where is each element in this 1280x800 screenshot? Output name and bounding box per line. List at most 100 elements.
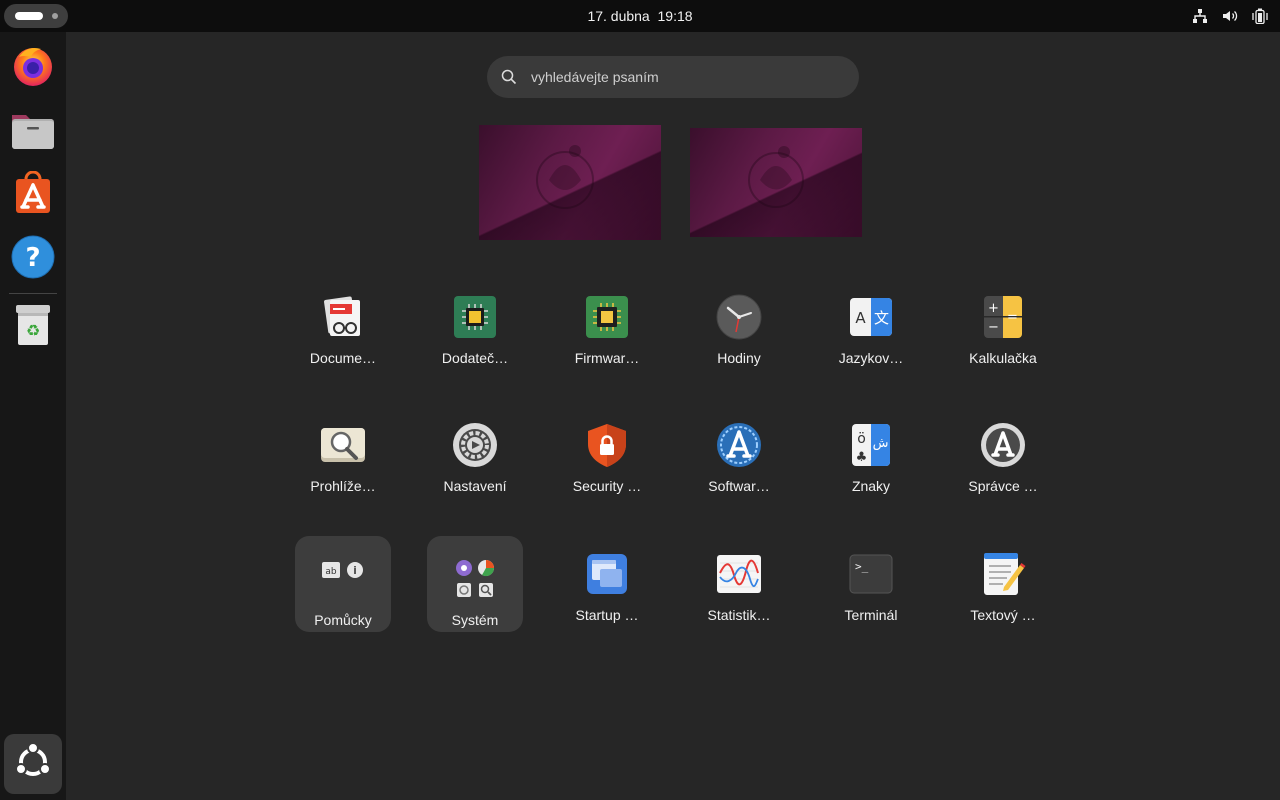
app-label: Textový … bbox=[970, 607, 1036, 623]
app-power-statistics[interactable]: Statistik… bbox=[691, 531, 787, 627]
statistics-icon bbox=[716, 551, 762, 597]
wallpaper-mascot-icon bbox=[748, 146, 804, 208]
dock-firefox[interactable] bbox=[8, 42, 58, 92]
svg-text:>_: >_ bbox=[855, 560, 869, 573]
volume-icon[interactable] bbox=[1220, 6, 1240, 26]
app-text-editor[interactable]: Textový … bbox=[955, 531, 1051, 627]
clock-time[interactable]: 19:18 bbox=[658, 8, 693, 24]
app-label: Security … bbox=[572, 478, 642, 494]
app-terminal[interactable]: >_ Terminál bbox=[823, 531, 919, 627]
dock-help[interactable]: ? bbox=[8, 234, 58, 284]
app-label: Systém bbox=[451, 612, 499, 628]
firefox-icon bbox=[11, 43, 55, 92]
software-updater-icon bbox=[716, 422, 762, 468]
show-apps-button[interactable] bbox=[4, 734, 62, 794]
settings-icon bbox=[452, 422, 498, 468]
dock-app-center[interactable] bbox=[8, 170, 58, 220]
app-label: Docume… bbox=[309, 350, 377, 366]
app-image-viewer[interactable]: Prohlíže… bbox=[295, 402, 391, 498]
svg-text:−: − bbox=[988, 320, 999, 335]
app-security-center[interactable]: Security … bbox=[559, 402, 655, 498]
app-calculator[interactable]: + − = Kalkulačka bbox=[955, 274, 1051, 370]
svg-text:+: + bbox=[988, 301, 999, 316]
app-label: Nastavení bbox=[443, 478, 507, 494]
folder-system-icon bbox=[452, 556, 498, 602]
workspace-wallpaper bbox=[690, 128, 862, 237]
svg-text:文: 文 bbox=[874, 309, 889, 327]
system-tray[interactable] bbox=[1190, 6, 1270, 26]
software-manager-icon bbox=[980, 422, 1026, 468]
app-label: Znaky bbox=[851, 478, 891, 494]
app-label: Hodiny bbox=[717, 350, 761, 366]
app-label: Prohlíže… bbox=[310, 478, 376, 494]
workspace-wallpaper bbox=[479, 125, 661, 240]
app-document-viewer[interactable]: Docume… bbox=[295, 274, 391, 370]
clock-icon bbox=[716, 294, 762, 340]
app-label: Terminál bbox=[844, 607, 898, 623]
app-software-updater[interactable]: Softwar… bbox=[691, 402, 787, 498]
folder-utilities[interactable]: ab i Pomůcky bbox=[295, 536, 391, 632]
svg-text:i: i bbox=[353, 564, 357, 577]
app-firmware[interactable]: Firmwar… bbox=[559, 274, 655, 370]
app-label: Pomůcky bbox=[314, 612, 372, 628]
text-editor-icon bbox=[980, 551, 1026, 597]
svg-text:A: A bbox=[855, 309, 866, 327]
app-label: Startup … bbox=[575, 607, 639, 623]
app-characters[interactable]: ö ♣ ش Znaky bbox=[823, 402, 919, 498]
wallpaper-mascot-icon bbox=[536, 145, 594, 209]
security-icon bbox=[584, 422, 630, 468]
chip-icon bbox=[452, 294, 498, 340]
clock-date[interactable]: 17. dubna bbox=[587, 8, 649, 24]
svg-text:=: = bbox=[1007, 310, 1018, 325]
app-clocks[interactable]: Hodiny bbox=[691, 274, 787, 370]
search-icon bbox=[501, 69, 517, 85]
svg-text:?: ? bbox=[25, 243, 40, 273]
app-label: Správce … bbox=[968, 478, 1038, 494]
search-input[interactable] bbox=[529, 68, 833, 86]
startup-disk-icon bbox=[584, 551, 630, 597]
clock: 17. dubna 19:18 bbox=[0, 0, 1280, 32]
workspace-indicator-dot bbox=[52, 13, 58, 19]
help-icon: ? bbox=[11, 235, 55, 284]
app-label: Jazykov… bbox=[838, 350, 904, 366]
app-software-properties[interactable]: Správce … bbox=[955, 402, 1051, 498]
svg-text:♻: ♻ bbox=[26, 321, 40, 340]
search-bar[interactable] bbox=[487, 56, 859, 98]
app-label: Statistik… bbox=[707, 607, 771, 623]
top-bar: 17. dubna 19:18 bbox=[0, 0, 1280, 32]
svg-text:ش: ش bbox=[873, 436, 889, 451]
app-label: Softwar… bbox=[708, 478, 770, 494]
folder-utilities-icon: ab i bbox=[320, 556, 366, 602]
battery-icon[interactable] bbox=[1250, 6, 1270, 26]
workspace-thumbnail-1[interactable] bbox=[479, 125, 661, 240]
ubuntu-logo-icon bbox=[13, 741, 53, 787]
app-label: Kalkulačka bbox=[969, 350, 1037, 366]
firmware-icon bbox=[584, 294, 630, 340]
network-icon[interactable] bbox=[1190, 6, 1210, 26]
language-icon: A 文 bbox=[848, 294, 894, 340]
dock-separator bbox=[9, 293, 57, 294]
dock-trash[interactable]: ♻ bbox=[8, 302, 58, 352]
app-settings[interactable]: Nastavení bbox=[427, 402, 523, 498]
app-label: Dodateč… bbox=[441, 350, 509, 366]
files-icon bbox=[10, 107, 56, 156]
terminal-icon: >_ bbox=[848, 551, 894, 597]
activities-button[interactable] bbox=[4, 4, 68, 28]
calculator-icon: + − = bbox=[980, 294, 1026, 340]
image-viewer-icon bbox=[320, 422, 366, 468]
folder-system[interactable]: Systém bbox=[427, 536, 523, 632]
app-label: Firmwar… bbox=[574, 350, 640, 366]
dock-files[interactable] bbox=[8, 106, 58, 156]
svg-text:ö: ö bbox=[857, 431, 866, 447]
workspace-indicator-active bbox=[15, 12, 43, 20]
svg-text:♣: ♣ bbox=[856, 450, 868, 465]
svg-text:ab: ab bbox=[325, 567, 337, 577]
dock: ? ♻ bbox=[0, 32, 66, 800]
app-language-support[interactable]: A 文 Jazykov… bbox=[823, 274, 919, 370]
app-additional-drivers[interactable]: Dodateč… bbox=[427, 274, 523, 370]
trash-icon: ♻ bbox=[13, 303, 53, 352]
app-startup-disk-creator[interactable]: Startup … bbox=[559, 531, 655, 627]
document-viewer-icon bbox=[320, 294, 366, 340]
characters-icon: ö ♣ ش bbox=[848, 422, 894, 468]
workspace-thumbnail-2[interactable] bbox=[690, 128, 862, 237]
